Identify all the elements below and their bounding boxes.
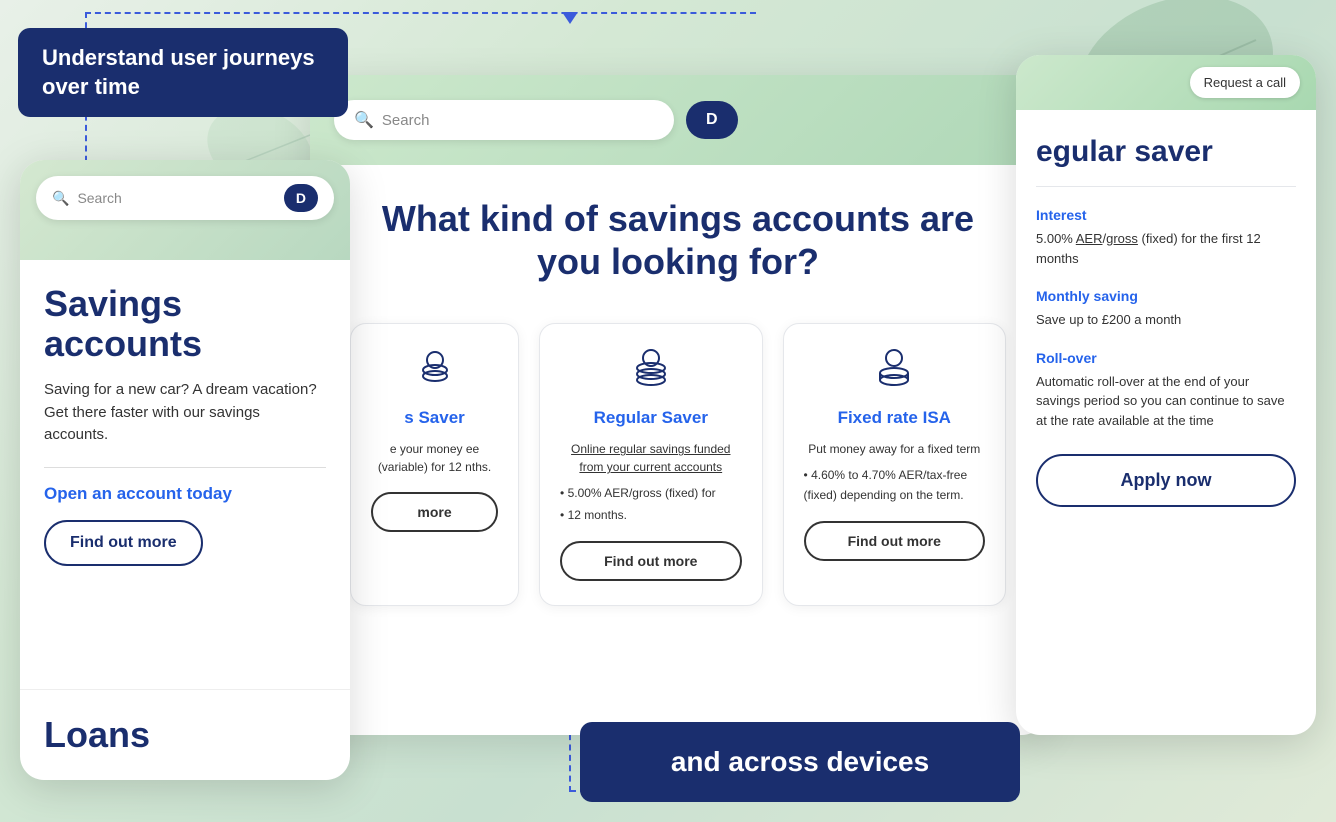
product-desc-regular-saver: Online regular savings funded from your … (560, 440, 741, 476)
product-desc-fixed-isa: Put money away for a fixed term (804, 440, 985, 458)
right-section-monthly-title: Monthly saving (1036, 288, 1296, 304)
tooltip-banner-bottom: and across devices (580, 722, 1020, 802)
mobile-search-bar: 🔍 Search D (36, 176, 334, 220)
right-card-body: egular saver Interest 5.00% AER/gross (f… (1016, 110, 1316, 531)
right-card-divider (1036, 186, 1296, 187)
product-icon-fixed-isa (804, 348, 985, 396)
right-section-rollover: Roll-over Automatic roll-over at the end… (1036, 350, 1296, 431)
mobile-card-body: Savings accounts Saving for a new car? A… (20, 260, 350, 590)
main-search-bar: 🔍 Search (334, 100, 674, 140)
right-section-interest: Interest 5.00% AER/gross (fixed) for the… (1036, 207, 1296, 268)
mobile-footer-title: Loans (44, 714, 326, 756)
mobile-card-footer: Loans (20, 689, 350, 780)
search-icon-main: 🔍 (354, 110, 374, 130)
mobile-card-divider (44, 467, 326, 468)
dashed-arrow-down (562, 12, 578, 24)
product-feature-regular-2: 12 months. (560, 506, 741, 525)
right-section-monthly-text: Save up to £200 a month (1036, 310, 1296, 330)
main-card-question: What kind of savings accounts are you lo… (350, 197, 1006, 283)
tooltip-bottom-text: and across devices (671, 746, 929, 777)
mobile-card: 🔍 Search D Savings accounts Saving for a… (20, 160, 350, 780)
tooltip-banner-top: Understand user journeys over time (18, 28, 348, 117)
tooltip-top-text: Understand user journeys over time (42, 45, 315, 99)
request-call-button[interactable]: Request a call (1190, 67, 1300, 98)
product-card-regular-saver: Regular Saver Online regular savings fun… (539, 323, 762, 605)
search-icon-mobile: 🔍 (52, 190, 69, 207)
main-card-header: 🔍 Search D (310, 75, 1046, 165)
product-name-fixed-isa: Fixed rate ISA (804, 408, 985, 428)
right-section-monthly: Monthly saving Save up to £200 a month (1036, 288, 1296, 330)
mobile-search-button[interactable]: D (284, 184, 318, 212)
main-card-body: What kind of savings accounts are you lo… (310, 165, 1046, 638)
right-detail-card: Request a call egular saver Interest 5.0… (1016, 55, 1316, 735)
find-out-more-easy-access[interactable]: more (371, 492, 498, 532)
product-feature-regular-1: 5.00% AER/gross (fixed) for (560, 484, 741, 503)
product-name-regular-saver: Regular Saver (560, 408, 741, 428)
mobile-card-title: Savings accounts (44, 284, 326, 363)
product-card-easy-access: s Saver e your money ee (variable) for 1… (350, 323, 519, 605)
main-desktop-card: 🔍 Search D What kind of savings accounts… (310, 75, 1046, 735)
product-icon-easy-access (371, 348, 498, 396)
find-out-more-regular-saver[interactable]: Find out more (560, 541, 741, 581)
right-section-rollover-text: Automatic roll-over at the end of your s… (1036, 372, 1296, 431)
right-section-interest-title: Interest (1036, 207, 1296, 223)
mobile-card-header: 🔍 Search D (20, 160, 350, 260)
apply-now-button[interactable]: Apply now (1036, 454, 1296, 507)
product-name-easy-access: s Saver (371, 408, 498, 428)
mobile-find-out-more-button[interactable]: Find out more (44, 520, 203, 566)
mobile-search-placeholder[interactable]: Search (77, 190, 275, 206)
product-card-fixed-isa: Fixed rate ISA Put money away for a fixe… (783, 323, 1006, 605)
main-search-button[interactable]: D (686, 101, 738, 139)
mobile-open-account-link[interactable]: Open an account today (44, 484, 326, 504)
dashed-line-top-horizontal (85, 12, 756, 14)
product-feature-isa-1: 4.60% to 4.70% AER/tax-free (fixed) depe… (804, 466, 985, 504)
product-icon-regular-saver (560, 348, 741, 396)
right-section-interest-text: 5.00% AER/gross (fixed) for the first 12… (1036, 229, 1296, 268)
mobile-card-subtitle: Saving for a new car? A dream vacation? … (44, 379, 326, 447)
right-card-title: egular saver (1036, 134, 1296, 170)
product-desc-easy-access: e your money ee (variable) for 12 nths. (371, 440, 498, 476)
right-card-header: Request a call (1016, 55, 1316, 110)
products-row: s Saver e your money ee (variable) for 1… (350, 323, 1006, 605)
main-search-placeholder[interactable]: Search (382, 112, 654, 129)
find-out-more-fixed-isa[interactable]: Find out more (804, 521, 985, 561)
right-section-rollover-title: Roll-over (1036, 350, 1296, 366)
